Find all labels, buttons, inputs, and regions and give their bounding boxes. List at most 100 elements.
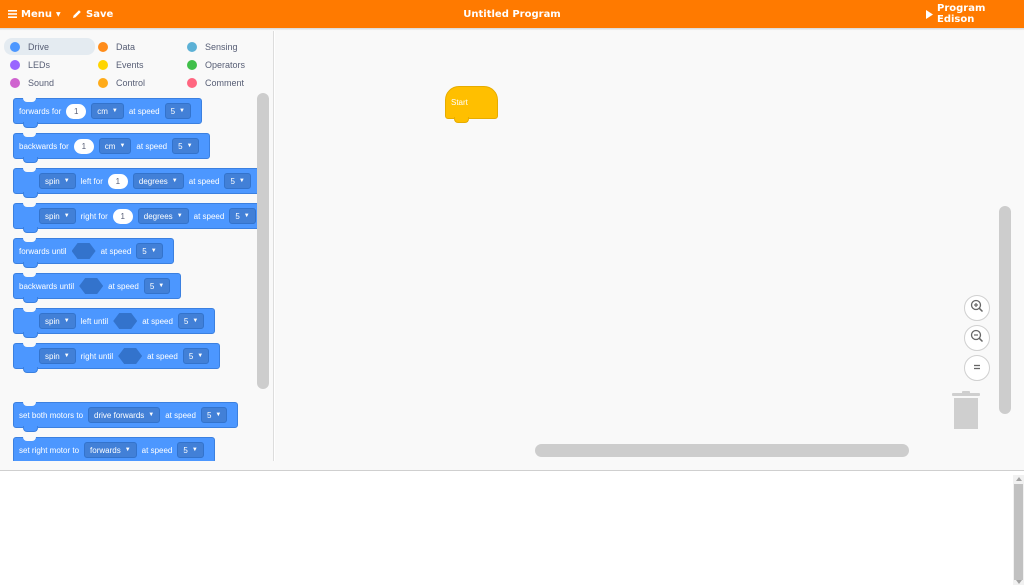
speed-dropdown[interactable]: 5 ▼ — [136, 243, 163, 259]
block-spin-left-until[interactable]: spin ▼ left until at speed 5 ▼ — [13, 308, 216, 338]
condition-slot[interactable] — [113, 313, 138, 329]
speed-dropdown[interactable]: 5 ▼ — [164, 103, 191, 119]
speed-value: 5 — [183, 316, 189, 326]
category-events[interactable]: Events — [92, 56, 172, 73]
block-text: at speed — [188, 176, 220, 186]
speed-value: 5 — [188, 351, 194, 361]
caret-down-icon: ▼ — [124, 447, 131, 453]
zoom-reset-button[interactable] — [964, 355, 990, 381]
leds-category-dot — [10, 59, 20, 70]
condition-slot[interactable] — [71, 243, 96, 259]
block-text: backwards for — [19, 141, 69, 151]
category-data[interactable]: Data — [92, 38, 172, 55]
speed-value: 5 — [170, 106, 176, 116]
direction-value: spin — [45, 316, 60, 326]
direction-dropdown[interactable]: spin ▼ — [39, 348, 76, 364]
speed-dropdown[interactable]: 5 ▼ — [177, 313, 205, 329]
speed-value: 5 — [178, 141, 183, 151]
unit-value: degrees — [138, 176, 168, 186]
block-set-both-motors[interactable]: set both motors to drive forwards ▼ at sp… — [13, 402, 239, 432]
direction-value: spin — [45, 351, 60, 361]
mode-dropdown[interactable]: drive forwards ▼ — [88, 407, 161, 423]
mode-dropdown[interactable]: forwards ▼ — [84, 442, 137, 458]
caret-down-icon: ▼ — [63, 178, 70, 184]
unit-dropdown[interactable]: cm ▼ — [98, 138, 132, 154]
category-label: Comment — [205, 77, 245, 88]
block-text: set both motors to — [19, 410, 84, 420]
speed-dropdown[interactable]: 5 ▼ — [143, 278, 171, 294]
angle-input[interactable]: 1 — [112, 208, 133, 224]
speed-dropdown[interactable]: 5 ▼ — [229, 208, 256, 224]
direction-dropdown[interactable]: spin ▼ — [39, 313, 76, 329]
category-sound[interactable]: Sound — [4, 74, 84, 91]
block-backwards-for[interactable]: backwards for 1 cm ▼ at speed 5 ▼ — [13, 133, 210, 163]
unit-dropdown[interactable]: degrees ▼ — [132, 173, 184, 189]
control-category-dot — [98, 77, 108, 88]
speed-value: 5 — [230, 176, 235, 186]
block-text: at speed — [147, 351, 178, 361]
speed-dropdown[interactable]: 5 ▼ — [172, 138, 199, 154]
category-leds[interactable]: LEDs — [4, 56, 84, 73]
unit-dropdown[interactable]: degrees ▼ — [137, 208, 189, 224]
condition-slot[interactable] — [79, 278, 104, 294]
block-palette: Drive Data Sensing LEDs Events Operators… — [0, 31, 274, 461]
category-label: Data — [116, 41, 136, 52]
category-control[interactable]: Control — [92, 74, 172, 91]
speed-value: 5 — [235, 211, 240, 221]
program-title[interactable]: Untitled Program — [463, 9, 560, 20]
direction-dropdown[interactable]: spin ▼ — [39, 173, 76, 189]
block-text: right for — [80, 211, 108, 221]
workspace-vertical-scrollbar[interactable] — [999, 206, 1011, 414]
unit-value: cm — [97, 106, 108, 116]
condition-slot[interactable] — [118, 348, 143, 364]
unit-dropdown[interactable]: cm ▼ — [91, 103, 124, 119]
speed-dropdown[interactable]: 5 ▼ — [200, 407, 228, 423]
direction-dropdown[interactable]: spin ▼ — [39, 208, 76, 224]
block-backwards-until[interactable]: backwards until at speed 5 ▼ — [13, 273, 182, 303]
speed-dropdown[interactable]: 5 ▼ — [177, 442, 204, 458]
block-forwards-for[interactable]: forwards for 1 cm ▼ at speed 5 ▼ — [13, 98, 202, 128]
zoom-in-button[interactable] — [964, 295, 990, 321]
workspace-horizontal-scrollbar[interactable] — [535, 444, 909, 457]
category-sensing[interactable]: Sensing — [181, 38, 261, 55]
scrollbar-thumb[interactable] — [1014, 484, 1023, 580]
scroll-up-icon[interactable] — [1016, 477, 1022, 481]
save-button[interactable]: Save — [72, 0, 113, 28]
palette-scrollbar[interactable] — [257, 93, 269, 389]
operators-category-dot — [187, 59, 197, 70]
caret-down-icon: ▼ — [150, 248, 157, 254]
block-spin-right-for[interactable]: spin ▼ right for 1 degrees ▼ at speed 5 ▼ — [13, 203, 267, 233]
panel-divider[interactable] — [0, 461, 1024, 471]
speed-value: 5 — [183, 445, 188, 455]
block-forwards-until[interactable]: forwards until at speed 5 ▼ — [13, 238, 174, 268]
distance-input[interactable]: 1 — [66, 103, 87, 119]
distance-input[interactable]: 1 — [73, 138, 94, 154]
block-text: left for — [80, 176, 103, 186]
category-operators[interactable]: Operators — [181, 56, 261, 73]
scroll-down-icon[interactable] — [1016, 580, 1022, 584]
hamburger-icon — [8, 10, 17, 18]
category-comment[interactable]: Comment — [181, 74, 261, 91]
block-set-right-motor[interactable]: set right motor to forwards ▼ at speed 5 ▼ — [13, 437, 215, 461]
output-console[interactable] — [0, 472, 1024, 587]
caret-down-icon: ▼ — [119, 143, 126, 149]
caret-down-icon: ▼ — [171, 178, 178, 184]
program-edison-button[interactable]: Program Edison — [926, 0, 1024, 28]
caret-down-icon: ▼ — [238, 178, 245, 184]
zoom-out-button[interactable] — [964, 325, 990, 351]
console-scrollbar[interactable] — [1013, 475, 1024, 585]
block-spin-left-for[interactable]: spin ▼ left for 1 degrees ▼ at speed 5 ▼ — [13, 168, 262, 198]
speed-dropdown[interactable]: 5 ▼ — [182, 348, 210, 364]
block-spin-right-until[interactable]: spin ▼ right until at speed 5 ▼ — [13, 343, 221, 373]
angle-input[interactable]: 1 — [107, 173, 128, 189]
speed-dropdown[interactable]: 5 ▼ — [224, 173, 251, 189]
category-drive[interactable]: Drive — [4, 38, 95, 55]
menu-label: Menu — [21, 8, 52, 20]
equals-icon — [972, 359, 982, 377]
zoom-in-icon — [970, 299, 984, 318]
menu-button[interactable]: Menu ▼ — [8, 0, 61, 28]
speed-value: 5 — [206, 410, 212, 420]
trash-can-icon[interactable] — [952, 391, 980, 431]
start-block[interactable]: Start — [445, 86, 498, 123]
workspace-canvas[interactable]: Start — [275, 31, 1024, 461]
